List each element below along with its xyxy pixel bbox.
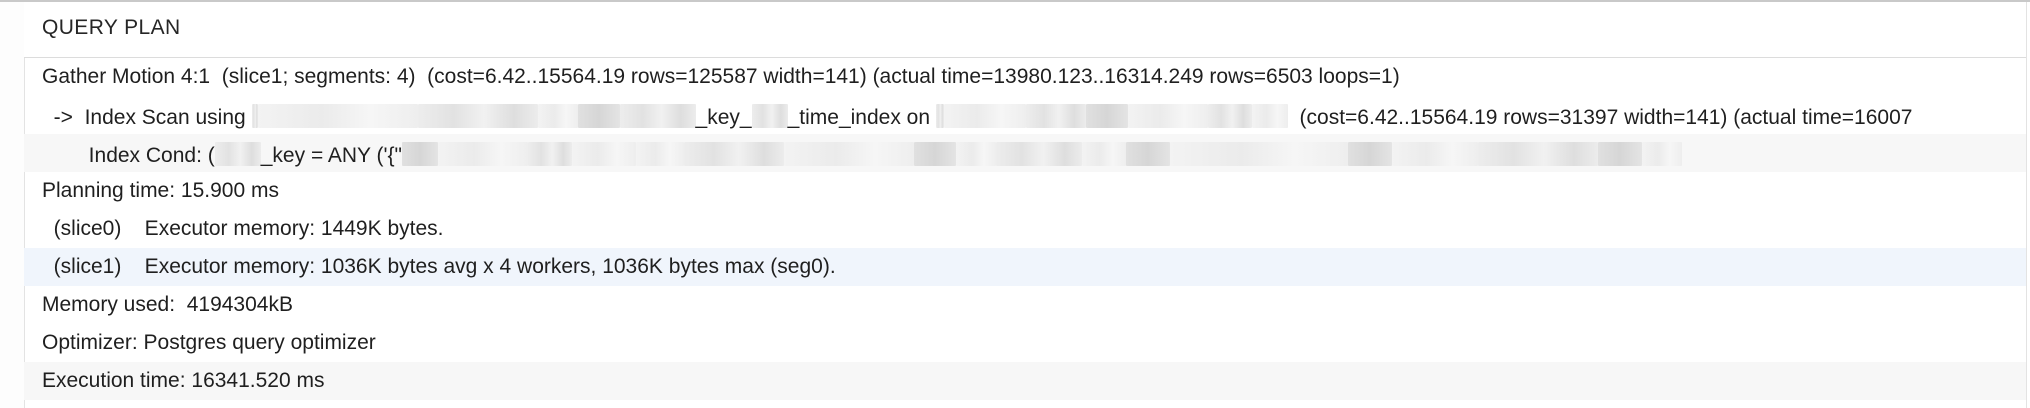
plan-text-segment: _key = ANY ('{": [260, 144, 402, 167]
redacted-text: [402, 142, 438, 166]
redacted-text: [956, 142, 996, 166]
plan-line-optimizer: Optimizer: Postgres query optimizer: [42, 331, 376, 354]
redacted-text: [1082, 142, 1126, 166]
redacted-text: [1478, 142, 1598, 166]
redacted-text: [1170, 142, 1348, 166]
result-row-7[interactable]: Memory used: 4194304kB: [24, 286, 2026, 324]
row-gutter: [0, 2, 25, 408]
result-row-3[interactable]: Index Cond: ( _key = ANY ('{": [24, 134, 2026, 172]
plan-text-segment: (cost=6.42..15564.19 rows=31397 width=14…: [1287, 106, 1913, 129]
column-divider[interactable]: [2026, 2, 2027, 408]
redacted-text: [943, 104, 1026, 128]
result-row-9[interactable]: Execution time: 16341.520 ms: [24, 362, 2026, 400]
plan-line-gather-motion: Gather Motion 4:1 (slice1; segments: 4) …: [42, 65, 1400, 88]
query-plan-grid: QUERY PLAN Gather Motion 4:1 (slice1; se…: [0, 0, 2030, 408]
redacted-text: [996, 142, 1082, 166]
redacted-text: [751, 104, 788, 128]
plan-line-slice0-memory: (slice0) Executor memory: 1449K bytes.: [42, 217, 444, 240]
redacted-text: [257, 104, 418, 128]
redacted-text: [537, 104, 578, 128]
column-header-query-plan[interactable]: QUERY PLAN: [24, 2, 2026, 58]
redacted-text: [636, 142, 684, 166]
redacted-text: [438, 142, 528, 166]
redacted-text: [1207, 104, 1252, 128]
plan-text-segment: _time_index on: [787, 106, 936, 129]
redacted-text: [1598, 142, 1642, 166]
plan-line-execution-time: Execution time: 16341.520 ms: [42, 369, 325, 392]
plan-line-index-scan: -> Index Scan using _key_ _time_index on …: [42, 104, 1912, 129]
redacted-text: [577, 104, 620, 128]
redacted-text: [214, 142, 261, 166]
plan-line-slice1-memory: (slice1) Executor memory: 1036K bytes av…: [42, 255, 836, 278]
plan-text-segment: _key_: [695, 106, 752, 129]
plan-line-memory-used: Memory used: 4194304kB: [42, 293, 293, 316]
result-row-8[interactable]: Optimizer: Postgres query optimizer: [24, 324, 2026, 362]
redacted-text: [684, 142, 784, 166]
plan-text-segment: Index Cond: (: [42, 144, 215, 167]
redacted-text: [1642, 142, 1682, 166]
redacted-text: [417, 104, 538, 128]
plan-line-index-cond: Index Cond: ( _key = ANY ('{": [42, 142, 1682, 167]
redacted-text: [528, 142, 572, 166]
redacted-text: [251, 104, 258, 128]
redacted-text: [1348, 142, 1392, 166]
redacted-text: [784, 142, 914, 166]
plan-line-planning-time: Planning time: 15.900 ms: [42, 179, 279, 202]
redacted-text: [619, 104, 696, 128]
result-row-4[interactable]: Planning time: 15.900 ms: [24, 172, 2026, 210]
redacted-text: [1127, 104, 1208, 128]
result-row-6[interactable]: (slice1) Executor memory: 1036K bytes av…: [24, 248, 2026, 286]
result-rows: Gather Motion 4:1 (slice1; segments: 4) …: [24, 58, 2026, 408]
redacted-text: [1126, 142, 1170, 166]
result-row-2[interactable]: -> Index Scan using _key_ _time_index on …: [24, 96, 2026, 134]
redacted-text: [914, 142, 956, 166]
plan-text-segment: -> Index Scan using: [42, 106, 252, 129]
redacted-text: [572, 142, 636, 166]
redacted-text: [935, 104, 944, 128]
redacted-text: [1251, 104, 1288, 128]
result-row-1[interactable]: Gather Motion 4:1 (slice1; segments: 4) …: [24, 58, 2026, 96]
redacted-text: [1085, 104, 1128, 128]
column-header-label: QUERY PLAN: [42, 16, 181, 39]
result-row-5[interactable]: (slice0) Executor memory: 1449K bytes.: [24, 210, 2026, 248]
redacted-text: [1025, 104, 1086, 128]
redacted-text: [1392, 142, 1478, 166]
